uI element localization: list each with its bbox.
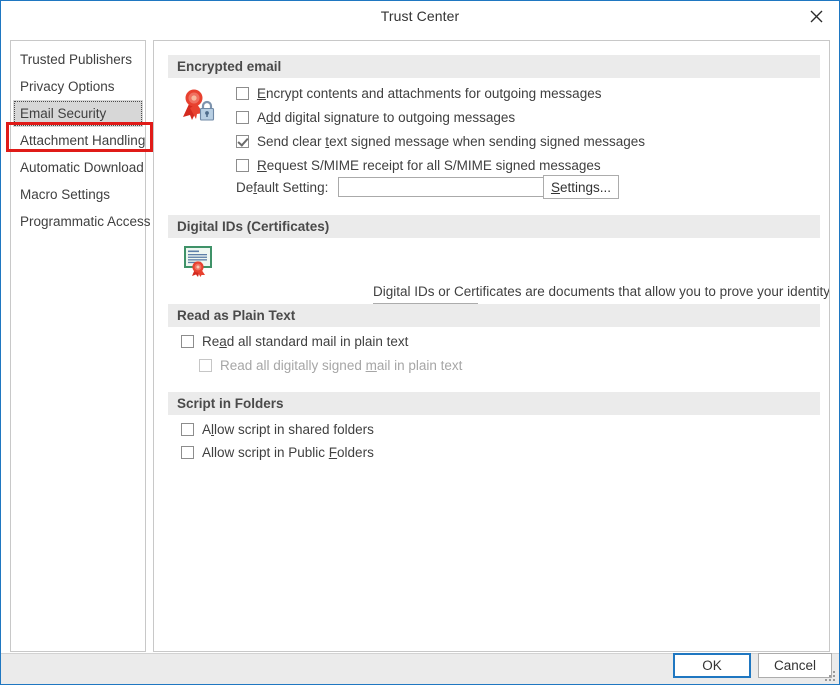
checkbox-row-request-smime-receipt[interactable]: Request S/MIME receipt for all S/MIME si… [236,158,601,173]
cancel-button[interactable]: Cancel [758,653,832,678]
trust-center-dialog: Trust Center Trusted Publishers Privacy … [0,0,840,685]
checkbox-label-allow-script-public-folders: Allow script in Public Folders [202,445,374,460]
sidebar-item-automatic-download[interactable]: Automatic Download [11,154,145,181]
checkbox-label-read-standard-mail-plain-text: Read all standard mail in plain text [202,334,408,349]
checkbox-label-allow-script-shared-folders: Allow script in shared folders [202,422,374,437]
default-setting-label: Default Setting: [236,180,328,195]
checkbox-row-read-signed-mail-plain-text: Read all digitally signed mail in plain … [199,358,462,373]
checkbox-encrypt-contents[interactable] [236,87,249,100]
close-icon [810,10,823,23]
sidebar-item-label: Attachment Handling [20,133,145,148]
sidebar-item-macro-settings[interactable]: Macro Settings [11,181,145,208]
checkbox-read-standard-mail-plain-text[interactable] [181,335,194,348]
close-button[interactable] [793,1,839,31]
digital-ids-description: Digital IDs or Certificates are document… [373,284,830,299]
checkbox-row-allow-script-shared-folders[interactable]: Allow script in shared folders [181,422,374,437]
checkbox-row-add-digital-signature[interactable]: Add digital signature to outgoing messag… [236,110,515,125]
checkbox-add-digital-signature[interactable] [236,111,249,124]
checkbox-label-send-clear-text: Send clear text signed message when send… [257,134,645,149]
settings-button-label: Settings... [551,180,611,195]
ok-button-label: OK [702,658,722,673]
checkbox-label-encrypt-contents: Encrypt contents and attachments for out… [257,86,601,101]
section-header-encrypted-email: Encrypted email [168,55,820,78]
title-bar: Trust Center [1,1,839,33]
section-header-digital-ids: Digital IDs (Certificates) [168,215,820,238]
sidebar-item-label: Email Security [20,106,106,121]
checkbox-allow-script-shared-folders[interactable] [181,423,194,436]
certificate-document-icon [182,243,216,282]
sidebar-item-label: Automatic Download [20,160,144,175]
checkbox-row-allow-script-public-folders[interactable]: Allow script in Public Folders [181,445,374,460]
checkbox-row-read-standard-mail-plain-text[interactable]: Read all standard mail in plain text [181,334,408,349]
checkbox-read-signed-mail-plain-text [199,359,212,372]
dialog-body: Trusted Publishers Privacy Options Email… [1,32,839,653]
section-header-script-in-folders: Script in Folders [168,392,820,415]
checkbox-label-read-signed-mail-plain-text: Read all digitally signed mail in plain … [220,358,462,373]
checkbox-request-smime-receipt[interactable] [236,159,249,172]
sidebar-item-attachment-handling[interactable]: Attachment Handling [11,127,145,154]
checkbox-allow-script-public-folders[interactable] [181,446,194,459]
sidebar-item-trusted-publishers[interactable]: Trusted Publishers [11,46,145,73]
sidebar-item-label: Trusted Publishers [20,52,132,67]
checkbox-row-encrypt-contents[interactable]: Encrypt contents and attachments for out… [236,86,601,101]
sidebar-item-label: Macro Settings [20,187,110,202]
certificate-lock-icon [180,87,216,128]
sidebar-item-label: Programmatic Access [20,214,151,229]
resize-grip[interactable] [824,669,836,681]
settings-content-panel: Encrypted email [153,40,830,652]
ok-button[interactable]: OK [673,653,751,678]
sidebar-item-label: Privacy Options [20,79,115,94]
default-setting-row: Default Setting: [236,177,588,197]
sidebar-item-privacy-options[interactable]: Privacy Options [11,73,145,100]
cancel-button-label: Cancel [774,658,816,673]
checkbox-row-send-clear-text[interactable]: Send clear text signed message when send… [236,134,645,149]
window-title: Trust Center [1,8,839,24]
sidebar-item-email-security[interactable]: Email Security [13,100,143,127]
settings-button[interactable]: Settings... [543,175,619,199]
category-sidebar: Trusted Publishers Privacy Options Email… [10,40,146,652]
checkbox-label-request-smime-receipt: Request S/MIME receipt for all S/MIME si… [257,158,601,173]
checkbox-send-clear-text[interactable] [236,135,249,148]
section-header-read-as-plain-text: Read as Plain Text [168,304,820,327]
checkbox-label-add-digital-signature: Add digital signature to outgoing messag… [257,110,515,125]
sidebar-item-programmatic-access[interactable]: Programmatic Access [11,208,145,235]
